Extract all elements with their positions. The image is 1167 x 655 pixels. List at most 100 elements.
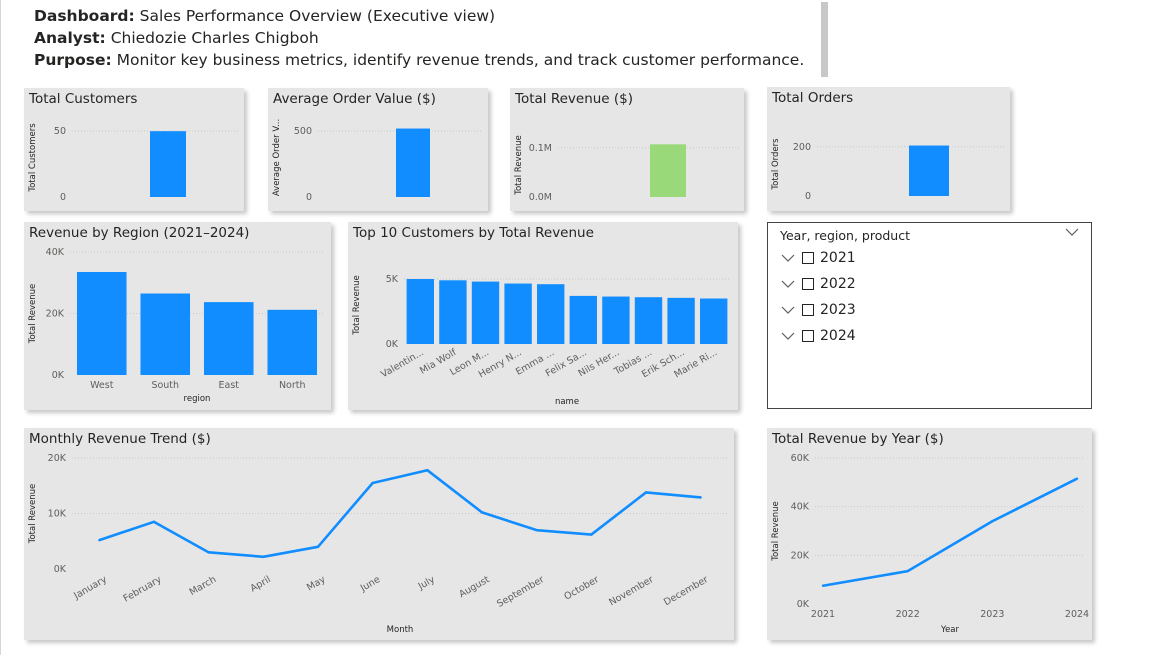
avg-order-value-card[interactable]: Average Order Value ($) 0 500 Average Orde…: [268, 88, 488, 211]
header-separator: [821, 2, 828, 77]
analyst-label: Analyst:: [34, 29, 106, 47]
y-tick-label: 10K: [48, 509, 67, 520]
bar: [569, 295, 597, 344]
y-tick-label: 0: [805, 191, 811, 202]
x-tick-label: December: [662, 574, 710, 608]
y-tick-label: 0.0M: [529, 192, 552, 203]
x-axis-title: region: [184, 394, 211, 404]
data-point: [426, 469, 429, 472]
bar: [909, 145, 949, 196]
bar: [203, 302, 254, 375]
y-axis-title: Total Revenue: [352, 275, 362, 336]
bar: [140, 293, 191, 375]
revenue-by-region-card[interactable]: Revenue by Region (2021–2024) 0K 20K 40K To…: [24, 222, 331, 410]
data-point: [371, 481, 374, 485]
bar: [700, 298, 728, 344]
checkbox[interactable]: [802, 304, 814, 316]
top-10-customers-chart: 0K5KTotal RevenueValentin...Mia WolfLeon…: [352, 274, 730, 407]
bar: [667, 297, 695, 344]
y-tick-label: 0: [306, 192, 312, 203]
x-tick-label: Valentin...: [379, 347, 426, 380]
slicer-item-2022[interactable]: 2022: [780, 274, 856, 294]
purpose-value: Monitor key business metrics, identify r…: [116, 51, 805, 69]
data-point: [262, 555, 265, 558]
y-tick-label: 20K: [46, 309, 65, 320]
y-tick-label: 20K: [48, 453, 67, 464]
monthly-revenue-trend-card[interactable]: Monthly Revenue Trend ($) 0K 10K 20K Total …: [24, 428, 734, 640]
bar: [634, 297, 663, 344]
series-line: [822, 477, 1078, 588]
chevron-down-icon[interactable]: [1065, 227, 1079, 237]
total-customers-card[interactable]: Total Customers 0 50 Total Customers: [24, 88, 244, 211]
x-axis-title: Year: [940, 625, 960, 635]
x-tick-label: May: [305, 574, 328, 594]
analyst-value: Chiedozie Charles Chigboh: [110, 29, 319, 47]
total-orders-card[interactable]: Total Orders 0 200 Total Orders: [767, 87, 1010, 211]
page-left-border: [0, 0, 1, 655]
slicer-item-2024[interactable]: 2024: [780, 326, 856, 346]
slicer-item-2021[interactable]: 2021: [780, 248, 856, 268]
y-tick-label: 500: [294, 126, 312, 137]
x-tick-label: East: [219, 380, 240, 391]
top-10-customers-card[interactable]: Top 10 Customers by Total Revenue 0K 5K To…: [348, 222, 738, 410]
x-tick-label: September: [495, 574, 546, 610]
dashboard-value: Sales Performance Overview (Executive vi…: [139, 7, 496, 25]
total-revenue-by-year-chart: 0K 20K 40K 60K Total Revenue 2021 2022 2023 2024…: [771, 453, 1089, 635]
checkbox[interactable]: [802, 330, 814, 342]
slicer-item-label: 2022: [820, 276, 856, 292]
x-tick-label: March: [188, 574, 219, 598]
x-tick-label: North: [279, 380, 306, 391]
bar: [471, 281, 500, 344]
data-point: [991, 520, 994, 523]
purpose-label: Purpose:: [34, 51, 112, 69]
x-tick-label: July: [416, 574, 437, 593]
data-point: [906, 569, 909, 573]
year-region-product-slicer[interactable]: Year, region, product 2021 2022 2023 202…: [767, 222, 1092, 409]
y-tick-label: 0K: [386, 339, 399, 350]
x-tick-label: February: [122, 574, 164, 605]
y-axis-title: Total Customers: [28, 123, 38, 193]
x-tick-label: November: [607, 574, 655, 608]
purpose-line: Purpose: Monitor key business metrics, i…: [34, 49, 804, 71]
revenue-by-region-chart: 0K 20K 40K Total Revenue West South East North r…: [28, 247, 324, 404]
bar: [650, 144, 686, 197]
slicer-item-label: 2024: [820, 328, 856, 344]
slicer-title: Year, region, product: [780, 228, 910, 243]
chevron-down-icon[interactable]: [780, 278, 796, 290]
slicer-item-2023[interactable]: 2023: [780, 300, 856, 320]
x-tick-label: 2021: [811, 609, 835, 620]
data-point: [207, 551, 210, 554]
bar: [602, 296, 630, 344]
data-point: [152, 520, 156, 524]
chevron-down-icon[interactable]: [780, 252, 796, 264]
checkbox[interactable]: [802, 278, 814, 290]
checkbox[interactable]: [802, 252, 814, 264]
total-customers-chart: 0 50 Total Customers: [28, 123, 239, 203]
x-tick-label: West: [90, 380, 114, 391]
bar: [406, 279, 434, 344]
bar: [267, 309, 318, 375]
x-tick-label: August: [457, 574, 492, 600]
bar: [396, 128, 430, 197]
chevron-down-icon[interactable]: [780, 330, 796, 342]
monthly-revenue-trend-chart: 0K 10K 20K Total Revenue January February Marc…: [28, 453, 728, 635]
bar: [537, 284, 565, 344]
avg-order-value-chart: 0 500 Average Order V...: [272, 119, 483, 203]
x-tick-label: April: [249, 574, 273, 594]
data-point: [98, 538, 101, 542]
chevron-down-icon[interactable]: [780, 304, 796, 316]
total-revenue-chart: 0.0M 0.1M Total Revenue: [514, 135, 740, 203]
y-tick-label: 0K: [52, 370, 65, 381]
x-tick-label: 2024: [1065, 609, 1089, 620]
data-point: [1075, 477, 1079, 480]
y-axis-title: Total Orders: [771, 138, 781, 191]
total-revenue-card[interactable]: Total Revenue ($) 0.0M 0.1M Total Revenue: [510, 88, 744, 211]
y-tick-label: 40K: [46, 247, 65, 258]
y-tick-label: 20K: [791, 550, 810, 561]
x-axis-title: name: [555, 397, 579, 407]
bar: [439, 280, 467, 344]
total-revenue-by-year-card[interactable]: Total Revenue by Year ($) 0K 20K 40K 60K Tot…: [767, 428, 1092, 640]
y-tick-label: 0K: [797, 599, 810, 610]
y-tick-label: 50: [54, 126, 66, 137]
x-axis-title: Month: [387, 625, 414, 635]
